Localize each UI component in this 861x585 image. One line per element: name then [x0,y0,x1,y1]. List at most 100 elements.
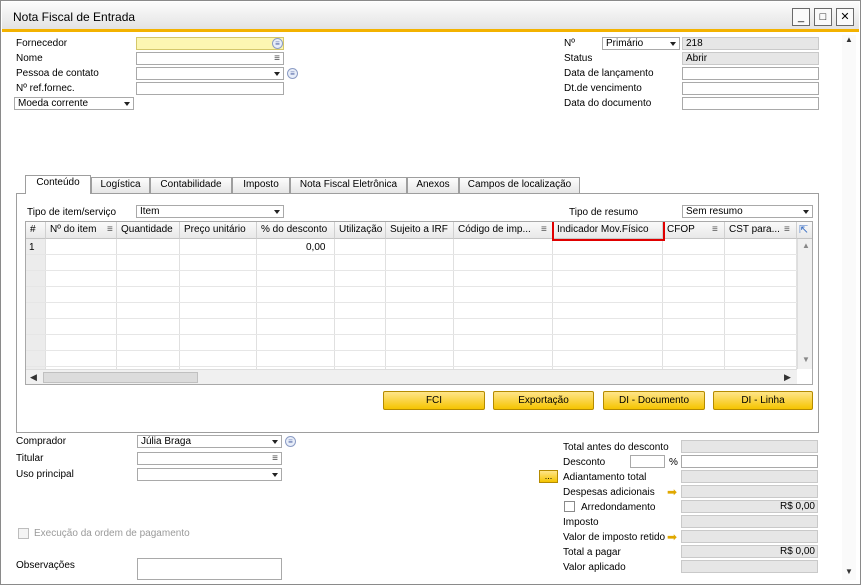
window-title: Nota Fiscal de Entrada [13,10,136,24]
contato-label: Pessoa de contato [16,68,99,79]
vencimento-field[interactable] [682,82,819,95]
desconto-field[interactable] [681,455,818,468]
aplicado-label: Valor aplicado [563,562,626,573]
tab-imposto[interactable]: Imposto [232,177,290,193]
tab-nota-fiscal-eletronica[interactable]: Nota Fiscal Eletrônica [290,177,407,193]
tab-logistica[interactable]: Logística [91,177,150,193]
lancamento-field[interactable] [682,67,819,80]
scroll-up-icon[interactable]: ▲ [802,241,810,250]
uso-label: Uso principal [16,469,74,480]
fornecedor-field[interactable] [136,37,284,50]
table-row[interactable] [26,351,797,367]
titular-field[interactable] [137,452,282,465]
tab-contabilidade[interactable]: Contabilidade [150,177,232,193]
scroll-down-icon[interactable]: ▼ [845,567,853,576]
buyer-details-icon[interactable]: ≡ [285,436,296,447]
scroll-up-icon[interactable]: ▲ [845,35,853,44]
table-row[interactable] [26,287,797,303]
col-header-irf[interactable]: Sujeito a IRF [386,222,454,239]
contact-details-icon[interactable]: ≡ [287,68,298,79]
desconto-pct-field[interactable] [630,455,665,468]
col-header-unit-price[interactable]: Preço unitário [180,222,257,239]
lancamento-label: Data de lançamento [564,68,654,79]
retido-field [681,530,818,543]
col-menu-icon[interactable]: ≡ [784,224,790,235]
table-row[interactable] [26,239,797,255]
contato-select[interactable] [136,67,284,80]
scroll-thumb[interactable] [43,372,198,383]
scroll-left-icon[interactable]: ◀ [30,372,37,383]
row-number: 1 [29,242,35,253]
table-row[interactable] [26,255,797,271]
despesas-field [681,485,818,498]
imposto-label: Imposto [563,517,599,528]
status-field[interactable]: Abrir [682,52,819,65]
total-antes-label: Total antes do desconto [563,442,669,453]
choose-from-list-icon[interactable]: ≡ [272,38,283,49]
observacoes-field[interactable] [137,558,282,580]
arredondamento-field: R$ 0,00 [681,500,818,513]
ref-label: Nº ref.fornec. [16,83,75,94]
discount-cell[interactable]: 0,00 [306,242,325,253]
summary-type-label: Tipo de resumo [569,207,639,218]
col-menu-icon[interactable]: ≡ [541,224,547,235]
tab-conteudo[interactable]: Conteúdo [25,175,91,194]
nome-label: Nome [16,53,43,64]
items-grid[interactable]: # Nº do item ≡ Quantidade Preço unitário… [25,221,813,385]
title-bar: Nota Fiscal de Entrada _ □ ✕ [2,2,859,32]
table-row[interactable] [26,319,797,335]
table-row[interactable] [26,335,797,351]
table-row[interactable] [26,271,797,287]
scroll-down-icon[interactable]: ▼ [802,355,810,364]
close-button[interactable]: ✕ [836,8,854,26]
link-arrow-icon[interactable]: ➡ [667,485,677,499]
arredondamento-checkbox[interactable] [564,501,575,512]
col-menu-icon[interactable]: ≡ [712,224,718,235]
table-row[interactable] [26,303,797,319]
fornecedor-label: Fornecedor [16,38,68,49]
titular-label: Titular [16,453,44,464]
documento-field[interactable] [682,97,819,110]
aplicado-field [681,560,818,573]
vertical-scrollbar[interactable]: ▲ ▼ [797,239,812,369]
col-header-discount[interactable]: % do desconto [257,222,335,239]
item-type-select[interactable]: Item [136,205,284,218]
tab-anexos[interactable]: Anexos [407,177,459,193]
comprador-select[interactable]: Júlia Braga [137,435,282,448]
adiantamento-field [681,470,818,483]
window-scrollbar[interactable]: ▲ ▼ [842,35,856,580]
col-menu-icon[interactable]: ≡ [107,224,113,235]
highlight-box [552,222,665,241]
summary-type-select[interactable]: Sem resumo [682,205,813,218]
series-select[interactable]: Primário [602,37,680,50]
horizontal-scrollbar[interactable]: ◀ ▶ [26,369,797,384]
scroll-right-icon[interactable]: ▶ [784,372,791,383]
ref-field[interactable] [136,82,284,95]
tab-campos-localizacao[interactable]: Campos de localização [459,177,580,193]
vencimento-label: Dt.de vencimento [564,83,642,94]
col-header-utilizacao[interactable]: Utilização [335,222,386,239]
execucao-checkbox[interactable] [18,528,29,539]
moeda-select[interactable]: Moeda corrente [14,97,134,110]
adiantamento-button[interactable]: ... [539,470,558,483]
expand-grid-icon[interactable]: ⇱ [797,222,812,239]
fci-button[interactable]: FCI [383,391,485,410]
di-line-button[interactable]: DI - Linha [713,391,813,410]
link-arrow-icon[interactable]: ➡ [667,530,677,544]
desconto-label: Desconto [563,457,606,468]
col-header-quantity[interactable]: Quantidade [117,222,180,239]
di-document-button[interactable]: DI - Documento [603,391,705,410]
imposto-field [681,515,818,528]
item-type-label: Tipo de item/serviço [27,207,117,218]
maximize-button[interactable]: □ [814,8,832,26]
execucao-label: Execução da ordem de pagamento [34,528,190,539]
minimize-button[interactable]: _ [792,8,810,26]
col-header-tax-code[interactable]: Código de imp... [454,222,553,239]
uso-select[interactable] [137,468,282,481]
numero-label: Nº [564,38,575,49]
nome-field[interactable] [136,52,284,65]
numero-field[interactable]: 218 [682,37,819,50]
retido-label: Valor de imposto retido [563,532,666,543]
col-header-num[interactable]: # [26,222,46,239]
export-button[interactable]: Exportação [493,391,594,410]
